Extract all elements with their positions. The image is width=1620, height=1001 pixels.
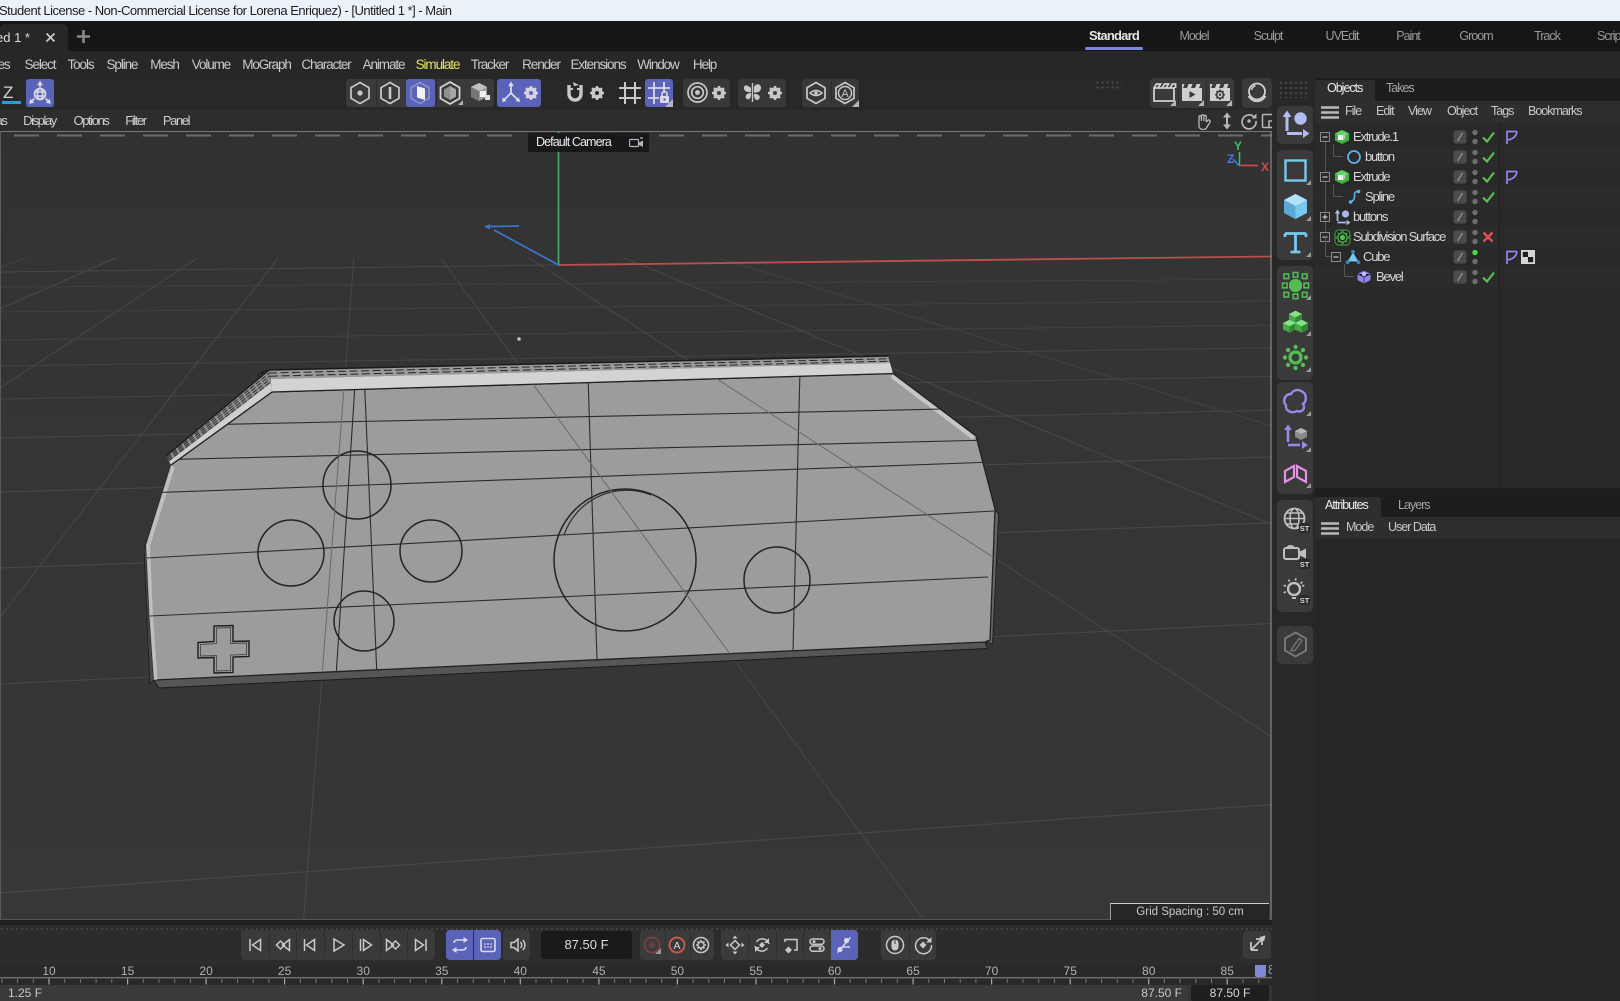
svg-text:80: 80 <box>1142 965 1156 978</box>
svg-text:ST: ST <box>1300 524 1310 533</box>
svg-text:Y: Y <box>1234 139 1242 153</box>
svg-text:75: 75 <box>1064 965 1078 978</box>
svg-text:30: 30 <box>357 965 371 978</box>
svg-text:70: 70 <box>985 965 999 978</box>
svg-text:20: 20 <box>199 965 213 978</box>
svg-text:10: 10 <box>42 965 56 978</box>
svg-text:ST: ST <box>1300 596 1310 605</box>
svg-text:35: 35 <box>435 965 449 978</box>
svg-text:45: 45 <box>592 965 606 978</box>
svg-text:A: A <box>841 88 849 100</box>
svg-text:40: 40 <box>514 965 528 978</box>
svg-text:50: 50 <box>671 965 685 978</box>
svg-text:55: 55 <box>749 965 763 978</box>
svg-text:ST: ST <box>1300 560 1310 569</box>
svg-text:85: 85 <box>1221 965 1235 978</box>
svg-text:15: 15 <box>121 965 135 978</box>
svg-text:60: 60 <box>828 965 842 978</box>
svg-text:A: A <box>673 940 680 952</box>
svg-text:25: 25 <box>278 965 292 978</box>
svg-text:65: 65 <box>906 965 920 978</box>
svg-text:X: X <box>1261 160 1269 174</box>
